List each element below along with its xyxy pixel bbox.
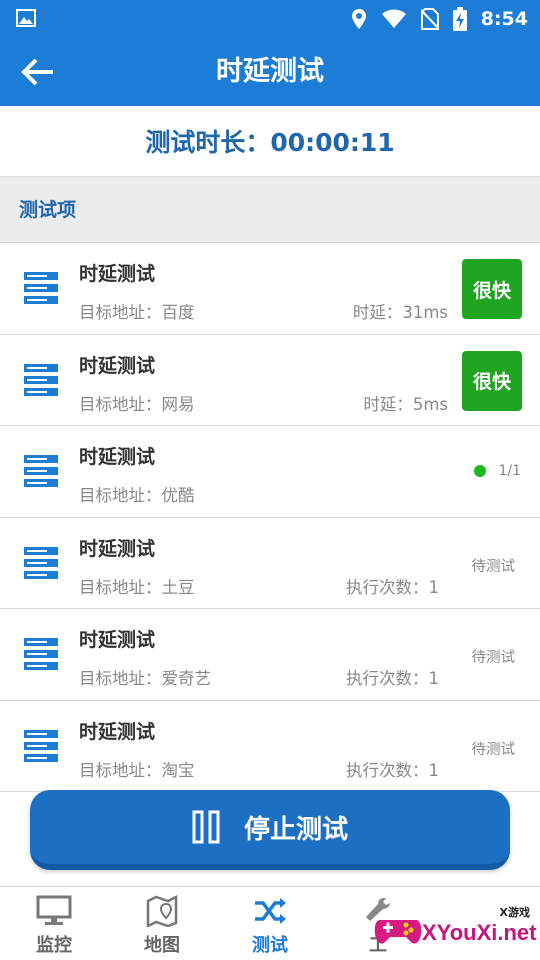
test-item[interactable]: 时延测试 目标地址：百度 时延：31ms 很快	[0, 243, 540, 335]
test-duration: 测试时长：00:00:11	[0, 106, 540, 176]
app-bar: 时延测试	[0, 38, 540, 106]
item-run-count: 执行次数：1	[346, 760, 439, 780]
watermark-text: XYouXi.net	[422, 920, 537, 945]
test-item[interactable]: 时延测试 目标地址：淘宝 执行次数：1 待测试	[0, 700, 540, 792]
item-latency: 时延：31ms	[352, 303, 448, 322]
watermark-small-text: X游戏	[499, 906, 530, 919]
tab-monitor[interactable]: 监控	[0, 887, 108, 960]
clock: 8:54	[480, 8, 528, 30]
server-icon	[24, 546, 58, 579]
stop-test-button[interactable]: 停止测试	[30, 790, 510, 870]
wifi-icon	[381, 9, 406, 28]
server-icon	[24, 272, 58, 304]
status-bar: 8:54	[0, 0, 540, 38]
running-dot-icon	[474, 465, 487, 477]
back-button[interactable]	[18, 54, 58, 90]
gamepad-logo-icon	[374, 920, 422, 944]
server-icon	[24, 455, 58, 487]
item-status: 待测试	[471, 558, 516, 575]
watermark: X游戏 XYouXi.net	[368, 892, 540, 960]
back-arrow-icon	[21, 58, 53, 86]
item-target: 目标地址：网易	[79, 394, 195, 414]
tab-map[interactable]: 地图	[108, 887, 216, 960]
item-latency: 时延：5ms	[363, 394, 448, 414]
item-run-count: 执行次数：1	[346, 669, 439, 688]
item-target: 目标地址：优酷	[79, 486, 195, 505]
item-target: 目标地址：淘宝	[79, 760, 195, 780]
tab-label: 监控	[36, 935, 72, 956]
item-status: 待测试	[471, 741, 516, 758]
speed-badge: 很快	[462, 259, 522, 319]
speed-badge: 很快	[462, 350, 522, 411]
image-notification-icon	[16, 9, 36, 27]
stop-test-label: 停止测试	[243, 814, 348, 845]
page-title: 时延测试	[216, 56, 324, 87]
item-target: 目标地址：爱奇艺	[79, 669, 211, 688]
battery-charging-icon	[452, 7, 467, 31]
item-target: 目标地址：土豆	[79, 577, 195, 597]
test-item[interactable]: 时延测试 目标地址：优酷 1/1	[0, 426, 540, 518]
section-title: 测试项	[19, 199, 77, 221]
map-icon	[146, 895, 178, 927]
test-item-list: 时延测试 目标地址：百度 时延：31ms 很快 时延测试 目标地址：网易 时延：…	[0, 243, 540, 792]
monitor-icon	[36, 895, 72, 925]
item-title: 时延测试	[79, 720, 156, 743]
section-header: 测试项	[0, 176, 540, 243]
item-title: 时延测试	[79, 263, 156, 285]
item-progress: 1/1	[474, 463, 521, 479]
tab-label: 测试	[252, 935, 288, 956]
item-status: 待测试	[471, 650, 516, 666]
server-icon	[24, 363, 58, 396]
item-title: 时延测试	[79, 446, 156, 468]
shuffle-icon	[255, 898, 286, 924]
location-icon	[351, 9, 366, 29]
progress-count: 1/1	[498, 463, 521, 479]
server-icon	[24, 729, 58, 762]
item-title: 时延测试	[79, 537, 156, 560]
server-icon	[24, 638, 58, 670]
test-item[interactable]: 时延测试 目标地址：爱奇艺 执行次数：1 待测试	[0, 609, 540, 701]
test-item[interactable]: 时延测试 目标地址：网易 时延：5ms 很快	[0, 334, 540, 426]
item-title: 时延测试	[79, 629, 156, 651]
item-title: 时延测试	[79, 354, 156, 377]
item-run-count: 执行次数：1	[346, 577, 439, 597]
tab-label: 地图	[144, 935, 180, 956]
item-target: 目标地址：百度	[79, 303, 195, 322]
no-sim-icon	[420, 8, 439, 30]
tab-test[interactable]: 测试	[216, 887, 324, 960]
test-item[interactable]: 时延测试 目标地址：土豆 执行次数：1 待测试	[0, 517, 540, 609]
pause-icon	[192, 810, 220, 844]
